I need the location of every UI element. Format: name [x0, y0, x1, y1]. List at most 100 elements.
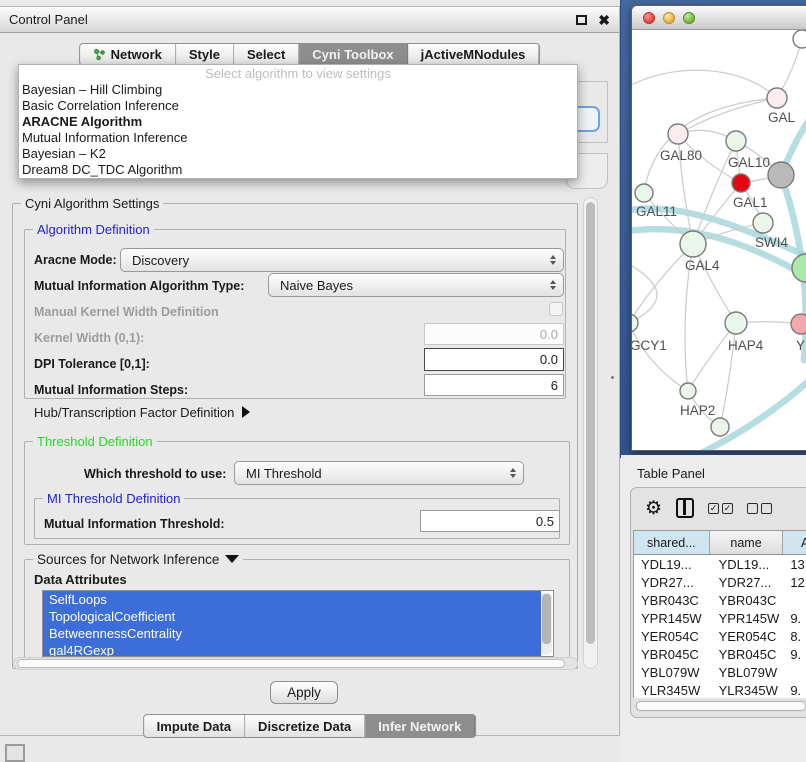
- tab-network[interactable]: Network: [80, 44, 176, 65]
- tab-jactivemnodules[interactable]: jActiveMNodules: [408, 44, 540, 65]
- sources-group-label[interactable]: Sources for Network Inference: [33, 552, 243, 567]
- attributes-list-scrollbar[interactable]: [541, 592, 552, 655]
- which-threshold-combo[interactable]: MI Threshold: [234, 461, 524, 485]
- network-node-swi4[interactable]: [753, 213, 773, 233]
- cyni-algorithm-settings-label: Cyni Algorithm Settings: [21, 196, 163, 211]
- columns-icon[interactable]: [676, 498, 694, 518]
- scrollbar-thumb[interactable]: [17, 659, 565, 668]
- tab-discretize-data[interactable]: Discretize Data: [245, 715, 365, 737]
- mi-steps-field[interactable]: 6: [424, 374, 564, 396]
- control-panel-title: Control Panel: [9, 12, 88, 27]
- which-threshold-value: MI Threshold: [246, 466, 322, 481]
- zoom-traffic-light-icon[interactable]: [683, 12, 695, 24]
- table-toolbar: ⚙ ✓✓: [631, 488, 806, 528]
- float-window-icon[interactable]: [576, 15, 587, 25]
- table-panel-title: Table Panel: [637, 466, 705, 481]
- algorithm-option-bayesian-hill-climbing[interactable]: Bayesian – Hill Climbing: [19, 82, 577, 98]
- algorithm-option-aracne[interactable]: ARACNE Algorithm: [19, 114, 577, 130]
- manual-kernel-width-label: Manual Kernel Width Definition: [34, 305, 219, 319]
- threshold-definition-label: Threshold Definition: [33, 434, 157, 449]
- apply-button[interactable]: Apply: [270, 681, 338, 704]
- panel-resize-handle[interactable]: [611, 376, 614, 379]
- network-node-y[interactable]: [791, 314, 806, 334]
- control-panel-window: Control Panel ✖ Network Style Select: [0, 6, 620, 736]
- column-header-shared-name[interactable]: shared...: [634, 531, 710, 554]
- settings-horizontal-scrollbar[interactable]: [13, 657, 578, 670]
- stepper-icon: [550, 255, 556, 265]
- network-node[interactable]: [768, 162, 794, 188]
- kernel-width-label: Kernel Width (0,1):: [34, 331, 144, 345]
- table-row[interactable]: YBR045C YBR045C 9.: [634, 645, 806, 663]
- scrollbar-thumb[interactable]: [542, 594, 551, 644]
- algorithm-option-dream8[interactable]: Dream8 DC_TDC Algorithm: [19, 162, 577, 178]
- network-node[interactable]: [711, 418, 729, 436]
- mutual-information-threshold-field[interactable]: 0.5: [420, 510, 560, 532]
- network-node-gal11[interactable]: [635, 184, 653, 202]
- algorithm-option-bayesian-k2[interactable]: Bayesian – K2: [19, 146, 577, 162]
- table-header-row: shared... name A: [634, 531, 806, 555]
- network-node-hap2[interactable]: [680, 383, 696, 399]
- mi-algorithm-type-label: Mutual Information Algorithm Type:: [34, 279, 244, 293]
- table-row[interactable]: YBL079W YBL079W: [634, 663, 806, 681]
- mi-threshold-definition-label: MI Threshold Definition: [43, 491, 184, 506]
- network-node-hap4[interactable]: [725, 312, 747, 334]
- column-header-third[interactable]: A: [783, 531, 806, 554]
- minimize-traffic-light-icon[interactable]: [663, 12, 675, 24]
- dpi-tolerance-field[interactable]: 0.0: [424, 348, 564, 371]
- scrollbar-thumb[interactable]: [586, 202, 595, 644]
- kernel-width-field[interactable]: 0.0: [424, 323, 564, 345]
- network-node-gal10[interactable]: [726, 131, 746, 151]
- network-node[interactable]: [793, 30, 806, 48]
- network-node-gcy1[interactable]: [632, 314, 638, 332]
- table-row[interactable]: YER054C YER054C 8.: [634, 627, 806, 645]
- gear-icon[interactable]: ⚙: [645, 499, 662, 518]
- network-node-label: GAL80: [660, 148, 702, 163]
- network-node-label: GAL11: [636, 204, 677, 219]
- table-row[interactable]: YDL19... YDL19... 13: [634, 555, 806, 573]
- table-row[interactable]: YBR043C YBR043C: [634, 591, 806, 609]
- network-node-label: GAL: [768, 110, 796, 125]
- attribute-item-selfloops[interactable]: SelfLoops: [43, 591, 541, 608]
- scrollbar-thumb[interactable]: [636, 701, 806, 711]
- tab-infer-network[interactable]: Infer Network: [365, 715, 475, 737]
- network-node-gal[interactable]: [767, 88, 787, 108]
- close-icon[interactable]: ✖: [598, 15, 610, 25]
- aracne-mode-label: Aracne Mode:: [34, 253, 117, 267]
- algorithm-option-mutual-information[interactable]: Mutual Information Inference: [19, 130, 577, 146]
- attribute-item-gal4rgexp[interactable]: gal4RGexp: [43, 642, 541, 657]
- aracne-mode-combo[interactable]: Discovery: [120, 248, 564, 272]
- tab-select[interactable]: Select: [234, 44, 299, 65]
- select-all-columns-icon[interactable]: ✓✓: [708, 503, 733, 514]
- network-tab-icon: [93, 48, 106, 61]
- network-node-gal4[interactable]: [680, 231, 706, 257]
- column-header-name[interactable]: name: [710, 531, 784, 554]
- table-row[interactable]: YDR27... YDR27... 12: [634, 573, 806, 591]
- algorithm-dropdown-placeholder: Select algorithm to view settings: [19, 66, 577, 82]
- stepper-icon: [550, 280, 556, 290]
- attribute-item-topologicalcoefficient[interactable]: TopologicalCoefficient: [43, 608, 541, 625]
- collapse-down-icon: [225, 555, 239, 563]
- network-node-gal80[interactable]: [668, 124, 688, 144]
- algorithm-option-basic-correlation[interactable]: Basic Correlation Inference: [19, 98, 577, 114]
- network-node[interactable]: [792, 254, 806, 282]
- deselect-all-columns-icon[interactable]: [747, 503, 772, 514]
- tab-impute-data[interactable]: Impute Data: [144, 715, 245, 737]
- mi-algorithm-type-combo[interactable]: Naive Bayes: [268, 273, 564, 297]
- hub-transcription-factor-expander[interactable]: Hub/Transcription Factor Definition: [34, 405, 250, 420]
- table-horizontal-scrollbar[interactable]: [634, 700, 806, 712]
- network-window-titlebar[interactable]: [632, 6, 806, 30]
- tab-style[interactable]: Style: [176, 44, 234, 65]
- mutual-information-threshold-label: Mutual Information Threshold:: [44, 517, 225, 531]
- network-canvas[interactable]: GALGAL80GAL10GAL1GAL11SWI4GAL4GCY1HAP4YH…: [632, 30, 806, 450]
- attribute-item-betweennesscentrality[interactable]: BetweennessCentrality: [43, 625, 541, 642]
- data-attributes-list[interactable]: SelfLoops TopologicalCoefficient Between…: [42, 590, 554, 657]
- manual-kernel-width-checkbox[interactable]: [549, 302, 563, 316]
- settings-vertical-scrollbar[interactable]: [583, 197, 598, 669]
- close-traffic-light-icon[interactable]: [643, 12, 655, 24]
- table-row[interactable]: YLR345W YLR345W 9.: [634, 681, 806, 698]
- minimized-panel-icon[interactable]: [5, 744, 25, 762]
- tab-cyni-toolbox[interactable]: Cyni Toolbox: [299, 44, 407, 65]
- data-attributes-label: Data Attributes: [34, 572, 127, 587]
- network-node-gal1[interactable]: [732, 174, 750, 192]
- table-row[interactable]: YPR145W YPR145W 9.: [634, 609, 806, 627]
